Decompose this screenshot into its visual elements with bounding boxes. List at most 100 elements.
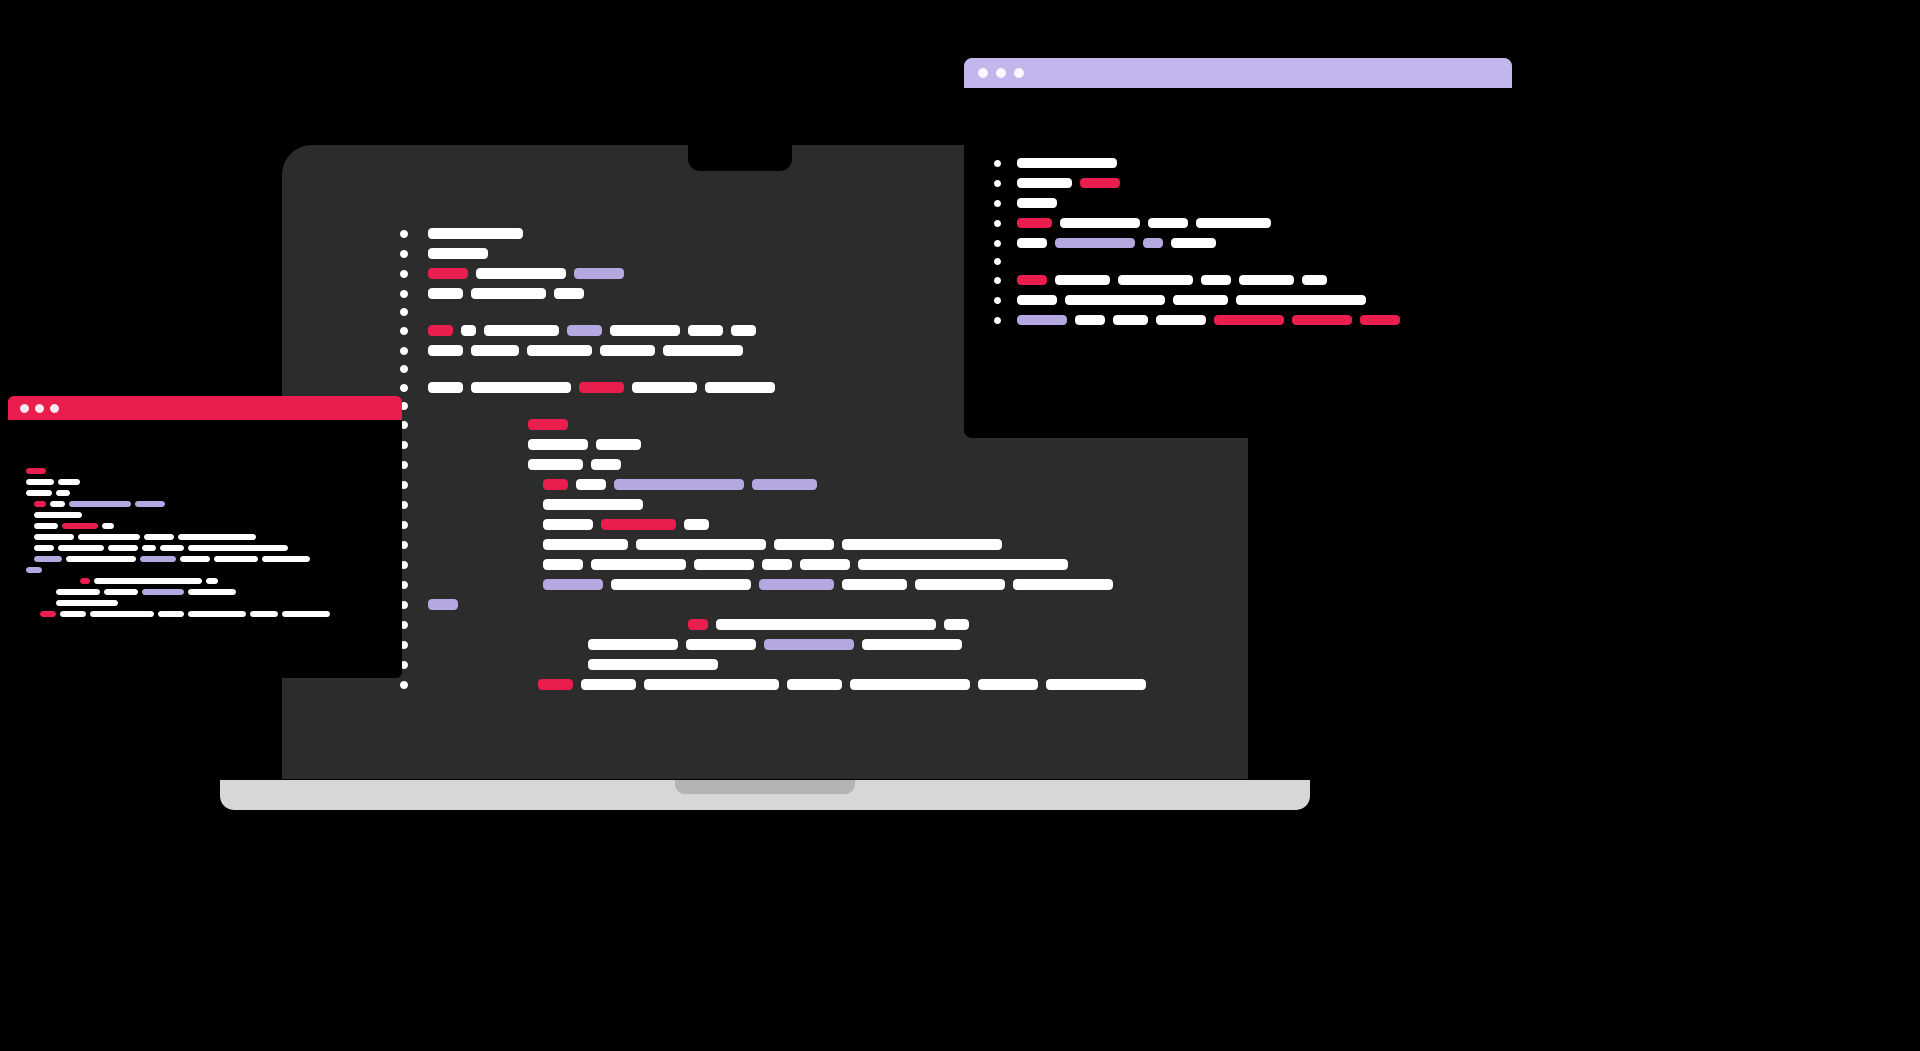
- code-line: [994, 258, 1482, 265]
- code-token: [188, 611, 246, 617]
- window-control-icon: [50, 404, 59, 413]
- code-token: [1055, 275, 1110, 285]
- code-token: [527, 345, 592, 356]
- window-control-icon: [978, 68, 988, 78]
- line-bullet-icon: [994, 160, 1001, 167]
- code-token: [158, 611, 184, 617]
- code-token: [471, 382, 571, 393]
- code-token: [180, 556, 210, 562]
- code-line: [994, 218, 1482, 228]
- code-token: [1046, 679, 1146, 690]
- line-bullet-icon: [400, 230, 408, 238]
- code-line: [400, 659, 1220, 670]
- code-token: [688, 325, 723, 336]
- code-token: [614, 479, 744, 490]
- code-token: [688, 619, 708, 630]
- line-bullet-icon: [400, 308, 408, 316]
- code-line: [400, 639, 1220, 650]
- code-token: [58, 545, 104, 551]
- code-line: [26, 567, 388, 573]
- code-token: [1017, 218, 1052, 228]
- code-line: [994, 275, 1482, 285]
- code-token: [1156, 315, 1206, 325]
- code-line: [26, 556, 388, 562]
- right-code-area: [964, 88, 1512, 355]
- code-token: [944, 619, 969, 630]
- line-bullet-icon: [994, 200, 1001, 207]
- code-token: [80, 578, 90, 584]
- code-token: [1302, 275, 1327, 285]
- code-token: [102, 523, 114, 529]
- code-token: [56, 600, 118, 606]
- laptop-base-area: [220, 780, 1310, 820]
- right-window-titlebar: [964, 58, 1512, 88]
- code-token: [282, 611, 330, 617]
- code-token: [610, 325, 680, 336]
- window-control-icon: [996, 68, 1006, 78]
- line-bullet-icon: [994, 240, 1001, 247]
- code-line: [400, 459, 1220, 470]
- line-bullet-icon: [994, 317, 1001, 324]
- code-token: [1017, 238, 1047, 248]
- code-token: [188, 545, 288, 551]
- code-token: [591, 459, 621, 470]
- code-token: [591, 559, 686, 570]
- code-token: [579, 382, 624, 393]
- code-line: [26, 479, 388, 485]
- code-token: [1017, 158, 1117, 168]
- code-token: [476, 268, 566, 279]
- code-token: [611, 579, 751, 590]
- right-code-window: [964, 58, 1512, 438]
- code-token: [428, 382, 463, 393]
- line-bullet-icon: [400, 347, 408, 355]
- code-token: [1118, 275, 1193, 285]
- code-token: [62, 523, 98, 529]
- code-token: [50, 501, 65, 507]
- code-line: [26, 611, 388, 617]
- code-token: [842, 539, 1002, 550]
- code-token: [1201, 275, 1231, 285]
- code-token: [543, 559, 583, 570]
- code-token: [34, 545, 54, 551]
- code-token: [978, 679, 1038, 690]
- code-token: [858, 559, 1068, 570]
- code-token: [1214, 315, 1284, 325]
- code-token: [752, 479, 817, 490]
- code-token: [1171, 238, 1216, 248]
- code-token: [56, 490, 70, 496]
- line-bullet-icon: [400, 365, 408, 373]
- code-line: [400, 579, 1220, 590]
- code-token: [596, 439, 641, 450]
- code-token: [428, 325, 453, 336]
- code-line: [994, 315, 1482, 325]
- code-line: [26, 501, 388, 507]
- code-token: [428, 288, 463, 299]
- code-token: [461, 325, 476, 336]
- line-bullet-icon: [400, 327, 408, 335]
- code-token: [774, 539, 834, 550]
- code-token: [705, 382, 775, 393]
- left-code-window: [8, 396, 402, 678]
- code-token: [915, 579, 1005, 590]
- code-token: [538, 679, 573, 690]
- code-token: [58, 479, 80, 485]
- code-line: [400, 679, 1220, 690]
- code-token: [632, 382, 697, 393]
- code-token: [1075, 315, 1105, 325]
- code-token: [764, 639, 854, 650]
- code-token: [543, 579, 603, 590]
- code-line: [400, 479, 1220, 490]
- code-token: [78, 534, 140, 540]
- code-token: [850, 679, 970, 690]
- code-token: [663, 345, 743, 356]
- code-token: [1148, 218, 1188, 228]
- code-token: [178, 534, 256, 540]
- code-token: [206, 578, 218, 584]
- code-token: [1017, 178, 1072, 188]
- code-token: [56, 589, 100, 595]
- code-token: [428, 599, 458, 610]
- laptop-notch: [688, 145, 792, 171]
- code-token: [1239, 275, 1294, 285]
- code-token: [787, 679, 842, 690]
- line-bullet-icon: [994, 258, 1001, 265]
